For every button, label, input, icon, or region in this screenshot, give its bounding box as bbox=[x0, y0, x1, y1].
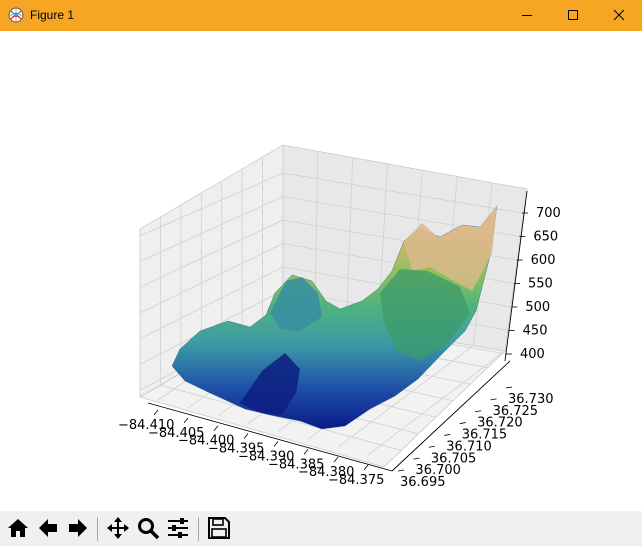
z-tick-label: 650 bbox=[533, 230, 558, 245]
x-tick bbox=[333, 456, 339, 463]
z-tick-label: 550 bbox=[528, 277, 553, 292]
move-icon bbox=[107, 517, 129, 539]
x-tick bbox=[183, 417, 189, 424]
x-tick bbox=[213, 425, 219, 431]
surface-plot[interactable]: 400450500550600650700 −84.410−84.405−84.… bbox=[0, 31, 642, 511]
navigation-toolbar bbox=[0, 511, 642, 546]
home-button[interactable] bbox=[4, 514, 32, 542]
x-tick bbox=[243, 433, 249, 439]
z-tick-label: 600 bbox=[531, 253, 556, 268]
y-tick bbox=[444, 434, 451, 436]
y-tick bbox=[413, 457, 420, 460]
close-button[interactable] bbox=[596, 0, 642, 31]
close-icon bbox=[613, 9, 625, 21]
y-tick bbox=[475, 410, 482, 413]
minimize-button[interactable] bbox=[504, 0, 550, 31]
sliders-icon bbox=[168, 518, 188, 538]
minimize-icon bbox=[522, 15, 532, 16]
x-tick bbox=[363, 464, 369, 471]
back-button[interactable] bbox=[34, 514, 62, 542]
zoom-button[interactable] bbox=[134, 514, 162, 542]
y-tick bbox=[428, 445, 435, 448]
z-tick-label: 700 bbox=[536, 206, 561, 221]
maximize-icon bbox=[568, 10, 578, 20]
z-tick-label: 500 bbox=[525, 300, 550, 315]
toolbar-separator bbox=[198, 517, 199, 541]
arrow-left-icon bbox=[39, 519, 57, 537]
arrow-right-icon bbox=[69, 519, 87, 537]
toolbar-separator bbox=[97, 517, 98, 541]
figure-canvas[interactable]: 400 450 500 550 600 650 700 −84.410 −84.405 −84.… bbox=[0, 31, 642, 511]
x-tick-label: −84.375 bbox=[328, 473, 384, 488]
y-tick bbox=[459, 422, 466, 424]
save-button[interactable] bbox=[205, 514, 233, 542]
x-tick bbox=[303, 449, 309, 455]
title-bar: Figure 1 bbox=[0, 0, 642, 31]
y-tick-label: 36.730 bbox=[508, 392, 554, 407]
y-tick bbox=[505, 386, 513, 389]
app-icon bbox=[8, 7, 24, 23]
forward-button[interactable] bbox=[64, 514, 92, 542]
configure-button[interactable] bbox=[164, 514, 192, 542]
z-tick-label: 400 bbox=[520, 347, 545, 362]
y-tick bbox=[397, 469, 405, 472]
x-tick bbox=[273, 441, 279, 447]
x-tick bbox=[153, 409, 159, 416]
home-icon bbox=[8, 519, 28, 537]
z-tick-label: 450 bbox=[523, 324, 548, 339]
y-tick bbox=[490, 398, 497, 401]
maximize-button[interactable] bbox=[550, 0, 596, 31]
window-title: Figure 1 bbox=[30, 8, 75, 22]
pan-button[interactable] bbox=[104, 514, 132, 542]
floppy-disk-icon bbox=[208, 517, 230, 539]
magnifier-icon bbox=[138, 518, 160, 540]
